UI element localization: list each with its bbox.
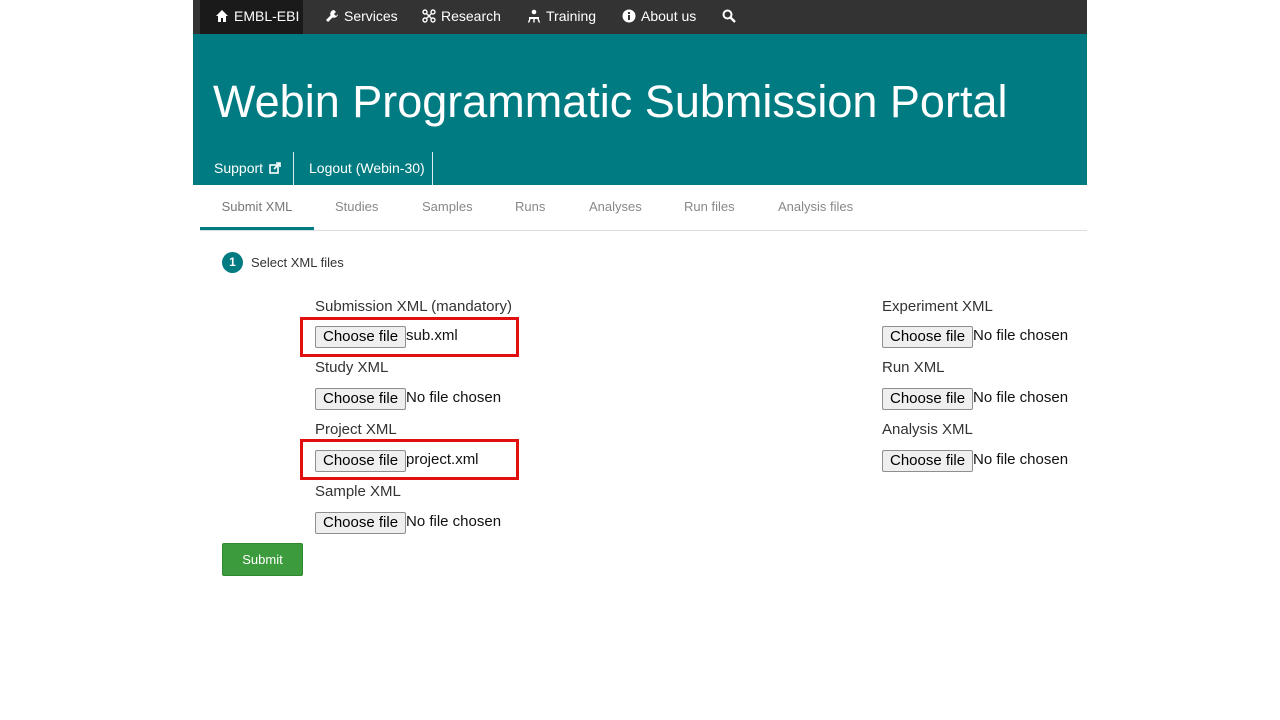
file-name: No file chosen <box>973 451 1069 468</box>
run-xml-label: Run XML <box>882 359 945 376</box>
submission-xml-label: Submission XML (mandatory) <box>315 298 513 315</box>
choose-file-button[interactable]: Choose file <box>882 326 974 348</box>
tab-analyses[interactable]: Analyses <box>589 186 642 228</box>
support-link[interactable]: Support <box>214 152 281 185</box>
search-icon <box>722 9 736 23</box>
sample-xml-label: Sample XML <box>315 483 401 500</box>
submit-button[interactable]: Submit <box>222 543 303 576</box>
analysis-xml-label: Analysis XML <box>882 421 973 438</box>
tab-studies[interactable]: Studies <box>335 186 378 228</box>
top-nav-bar: EMBL-EBI Services Research Training Abou… <box>193 0 1087 34</box>
experiment-xml-label: Experiment XML <box>882 298 993 315</box>
nav-embl-ebi[interactable]: EMBL-EBI <box>200 0 303 34</box>
nav-search[interactable] <box>722 0 741 34</box>
highlight-box <box>300 439 519 480</box>
info-icon <box>622 9 636 23</box>
page: EMBL-EBI Services Research Training Abou… <box>193 0 1087 720</box>
file-name: No file chosen <box>406 389 502 406</box>
wrench-icon <box>325 9 339 23</box>
file-name: No file chosen <box>973 327 1069 344</box>
research-icon <box>422 9 436 23</box>
nav-training[interactable]: Training <box>527 0 596 34</box>
tab-submit-xml[interactable]: Submit XML <box>200 186 314 230</box>
nav-research[interactable]: Research <box>422 0 501 34</box>
file-name: No file chosen <box>973 389 1069 406</box>
training-icon <box>527 9 541 23</box>
choose-file-button[interactable]: Choose file <box>315 512 407 534</box>
step-label: Select XML files <box>251 255 344 270</box>
tab-run-files[interactable]: Run files <box>684 186 735 228</box>
choose-file-button[interactable]: Choose file <box>315 388 407 410</box>
choose-file-button[interactable]: Choose file <box>882 388 974 410</box>
banner: Webin Programmatic Submission Portal Sup… <box>193 34 1087 185</box>
project-xml-label: Project XML <box>315 421 397 438</box>
study-xml-label: Study XML <box>315 359 389 376</box>
home-icon <box>215 9 229 23</box>
logout-link[interactable]: Logout (Webin-30) <box>309 152 425 185</box>
tab-bar: Submit XML Studies Samples Runs Analyses… <box>200 186 1087 231</box>
banner-divider <box>293 152 294 185</box>
tab-analysis-files[interactable]: Analysis files <box>778 186 853 228</box>
file-name: No file chosen <box>406 513 502 530</box>
nav-about-us[interactable]: About us <box>622 0 696 34</box>
tab-samples[interactable]: Samples <box>422 186 473 228</box>
external-link-icon <box>269 153 281 174</box>
page-title: Webin Programmatic Submission Portal <box>213 76 1008 127</box>
nav-services[interactable]: Services <box>325 0 398 34</box>
step-number-badge: 1 <box>222 252 243 273</box>
choose-file-button[interactable]: Choose file <box>882 450 974 472</box>
tab-runs[interactable]: Runs <box>515 186 545 228</box>
highlight-box <box>300 317 519 357</box>
banner-divider <box>432 152 433 185</box>
